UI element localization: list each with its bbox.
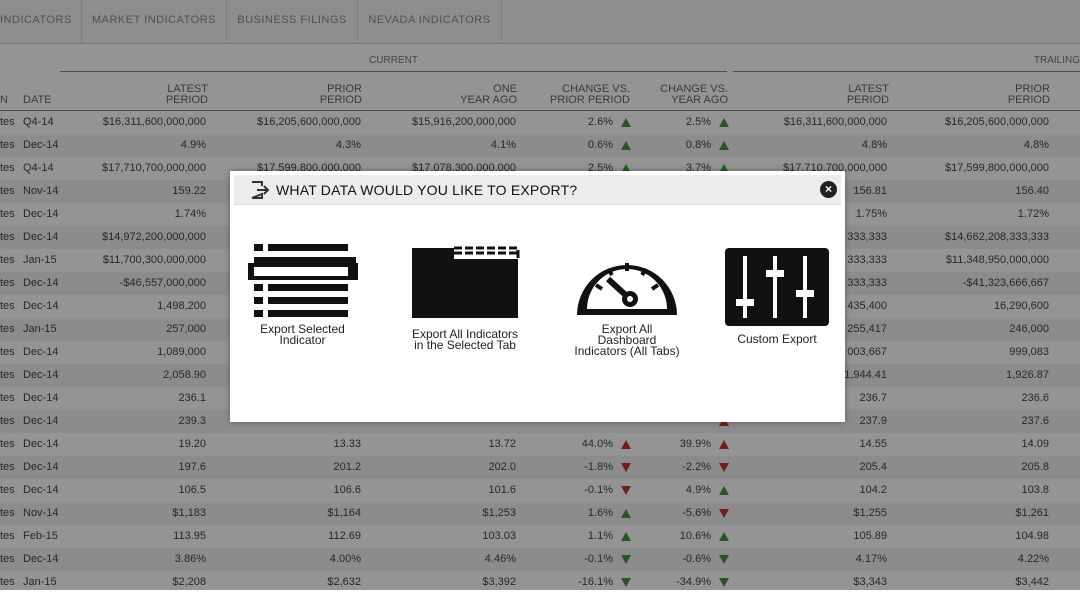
- custom-export-button[interactable]: Custom Export: [720, 248, 834, 345]
- export-selected-indicator-button[interactable]: Export Selected Indicator: [244, 241, 361, 346]
- export-all-dashboard-label: Export All Dashboard Indicators (All Tab…: [574, 322, 680, 358]
- gauge-icon: [577, 263, 677, 315]
- close-icon[interactable]: ×: [820, 181, 837, 198]
- list-icon: [247, 244, 358, 317]
- export-tab-label: Export All Indicators in the Selected Ta…: [411, 327, 519, 352]
- custom-export-label: Custom Export: [737, 332, 817, 346]
- sliders-icon: [725, 248, 829, 326]
- modal-header: WHAT DATA WOULD YOU LIKE TO EXPORT? ×: [234, 175, 841, 205]
- export-selected-label: Export Selected Indicator: [260, 322, 345, 347]
- export-icon: [251, 181, 270, 199]
- modal-title: WHAT DATA WOULD YOU LIKE TO EXPORT?: [276, 182, 578, 198]
- folder-icon: [412, 246, 520, 318]
- export-tab-indicators-button[interactable]: Export All Indicators in the Selected Ta…: [400, 245, 530, 351]
- export-modal: WHAT DATA WOULD YOU LIKE TO EXPORT? × Ex…: [230, 171, 845, 422]
- export-all-dashboard-button[interactable]: Export All Dashboard Indicators (All Tab…: [562, 241, 692, 357]
